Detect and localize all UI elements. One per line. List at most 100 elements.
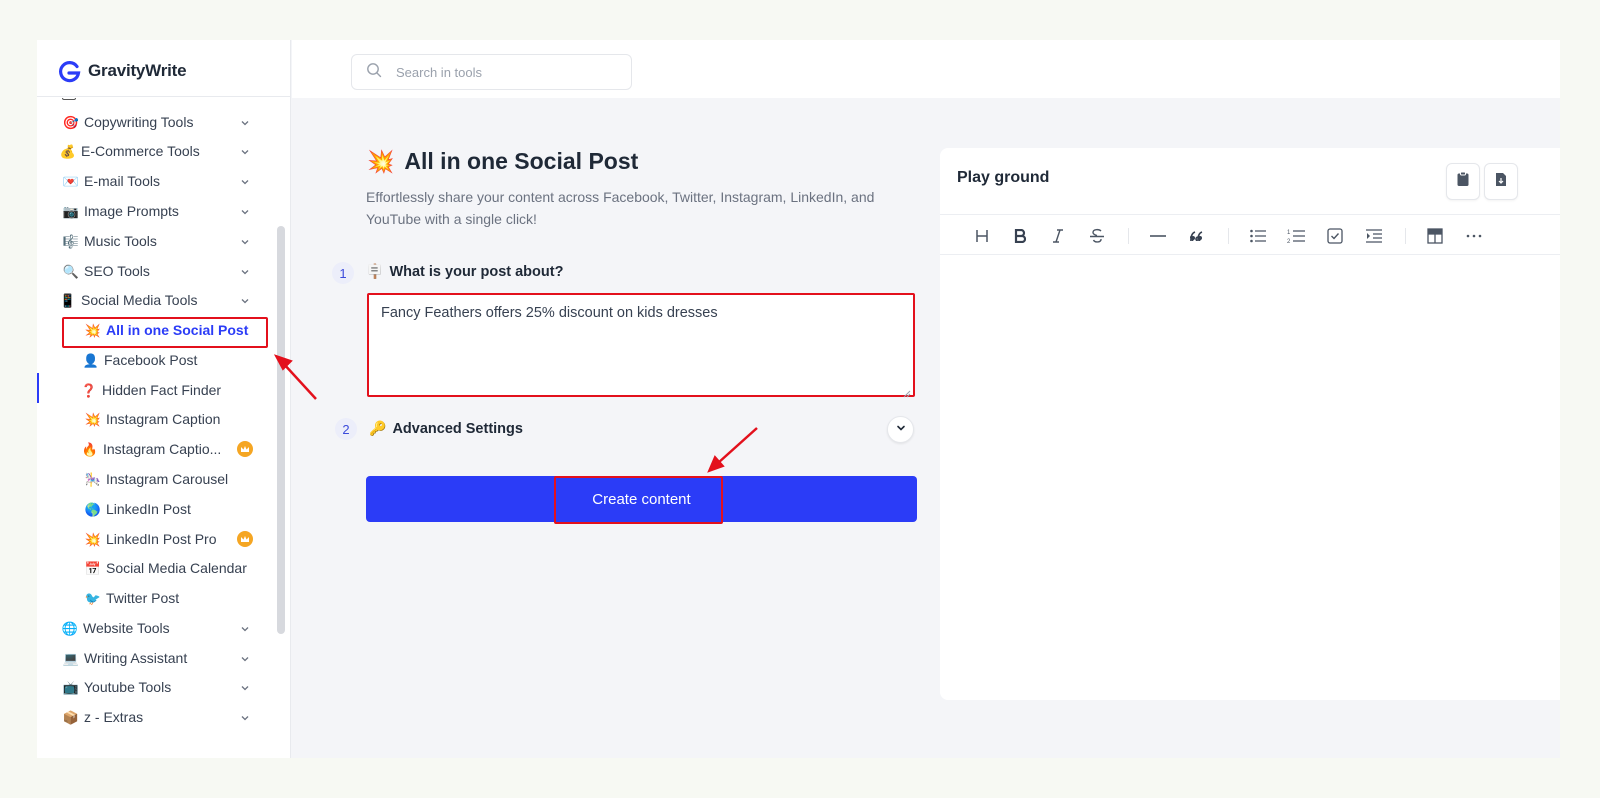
sidebar-item-linkedin-post-pro[interactable]: 💥 LinkedIn Post Pro xyxy=(84,527,217,551)
step1-label-row: 🪧 What is your post about? xyxy=(366,263,563,280)
bold-icon[interactable] xyxy=(1007,223,1033,249)
magnifier-icon: 🔍 xyxy=(62,263,80,279)
chevron-down-icon[interactable] xyxy=(240,118,250,128)
sidebar-item-instagram-caption[interactable]: 💥 Instagram Caption xyxy=(84,407,221,431)
sidebar-divider xyxy=(37,96,291,97)
brand-name: GravityWrite xyxy=(88,61,187,80)
more-options-icon[interactable] xyxy=(1461,223,1487,249)
sidebar-item-youtube-tools[interactable]: 📺 Youtube Tools xyxy=(62,675,171,699)
sidebar-item-copywriting-tools[interactable]: 🎯 Copywriting Tools xyxy=(62,110,194,134)
chevron-down-icon[interactable] xyxy=(240,683,250,693)
playground-divider xyxy=(940,214,1560,215)
indent-icon[interactable] xyxy=(1361,223,1387,249)
sidebar-item-label: Image Prompts xyxy=(84,203,179,219)
sidebar-item-music-tools[interactable]: 🎼 Music Tools xyxy=(62,229,157,253)
chevron-up-icon[interactable] xyxy=(240,296,250,306)
chevron-down-icon[interactable] xyxy=(240,147,250,157)
create-content-button[interactable]: Create content xyxy=(366,476,917,522)
music-score-icon: 🎼 xyxy=(62,233,80,249)
camera-icon: 📷 xyxy=(62,203,80,219)
chevron-down-icon[interactable] xyxy=(240,654,250,664)
collision-icon: 💥 xyxy=(367,148,395,174)
sidebar-item-label: LinkedIn Post Pro xyxy=(106,531,217,547)
chevron-down-icon[interactable] xyxy=(240,237,250,247)
active-indicator xyxy=(37,373,39,403)
sidebar-item-seo-tools[interactable]: 🔍 SEO Tools xyxy=(62,259,150,283)
step2-label: Advanced Settings xyxy=(392,420,523,437)
calendar-icon: 📅 xyxy=(84,560,102,576)
sidebar-item-label: Website Tools xyxy=(83,620,170,636)
svg-text:1: 1 xyxy=(1287,230,1291,236)
bullet-list-icon[interactable] xyxy=(1245,223,1271,249)
copy-to-clipboard-button[interactable] xyxy=(1446,163,1480,200)
key-icon: 🔑 xyxy=(369,420,387,436)
download-document-button[interactable] xyxy=(1484,163,1518,200)
sidebar-item-email-tools[interactable]: 💌 E-mail Tools xyxy=(62,169,160,193)
chevron-down-icon[interactable] xyxy=(240,713,250,723)
search-icon xyxy=(366,62,382,83)
sidebar-item-linkedin-post[interactable]: 🌎 LinkedIn Post xyxy=(84,497,191,521)
sparkle-burst-icon: 💥 xyxy=(84,411,102,427)
search-input[interactable] xyxy=(396,64,606,80)
chevron-down-icon[interactable] xyxy=(240,267,250,277)
sidebar-scrollbar[interactable] xyxy=(277,226,285,634)
sidebar-item-image-prompts[interactable]: 📷 Image Prompts xyxy=(62,199,179,223)
horizontal-rule-icon[interactable] xyxy=(1145,223,1171,249)
top-bar xyxy=(292,40,1560,98)
resize-handle-icon[interactable] xyxy=(903,385,911,398)
bird-icon: 🐦 xyxy=(84,590,102,606)
sidebar-item-hidden-fact-finder[interactable]: ❓ Hidden Fact Finder xyxy=(80,378,221,402)
playground-title: Play ground xyxy=(957,169,1050,186)
sidebar-item-social-media-calendar[interactable]: 📅 Social Media Calendar xyxy=(84,556,247,580)
tool-title-row: 💥 All in one Social Post xyxy=(367,148,638,175)
partially-hidden-item-icon xyxy=(62,98,76,100)
search-box[interactable] xyxy=(351,54,632,90)
toolbar-separator xyxy=(1405,228,1406,244)
step2-label-row[interactable]: 🔑 Advanced Settings xyxy=(369,420,523,437)
sidebar-item-writing-assistant[interactable]: 💻 Writing Assistant xyxy=(62,646,187,670)
globe-icon: 🌎 xyxy=(84,501,102,517)
step1-label: What is your post about? xyxy=(389,263,564,280)
sidebar-item-label: Music Tools xyxy=(84,233,157,249)
step-number-2: 2 xyxy=(335,418,357,440)
page-subtitle: Effortlessly share your content across F… xyxy=(366,189,875,227)
sidebar-item-website-tools[interactable]: 🌐 Website Tools xyxy=(61,616,170,640)
chevron-down-icon[interactable] xyxy=(240,624,250,634)
sidebar-item-ecommerce-tools[interactable]: 💰 E-Commerce Tools xyxy=(59,139,200,163)
laptop-icon: 💻 xyxy=(62,650,80,666)
sidebar-item-label: All in one Social Post xyxy=(106,322,249,338)
brand-logo[interactable]: GravityWrite xyxy=(57,58,187,84)
sidebar-item-social-media-tools[interactable]: 📱 Social Media Tools xyxy=(59,288,198,312)
chevron-down-icon[interactable] xyxy=(240,207,250,217)
italic-icon[interactable] xyxy=(1045,223,1071,249)
sidebar-item-z-extras[interactable]: 📦 z - Extras xyxy=(62,705,143,729)
strikethrough-icon[interactable] xyxy=(1084,223,1110,249)
sidebar-item-facebook-post[interactable]: 👤 Facebook Post xyxy=(82,348,197,372)
sidebar-item-twitter-post[interactable]: 🐦 Twitter Post xyxy=(84,586,179,610)
sidebar-item-label: Social Media Calendar xyxy=(106,560,247,576)
toolbar-separator xyxy=(1228,228,1229,244)
mobile-phone-icon: 📱 xyxy=(59,292,77,308)
target-icon: 🎯 xyxy=(62,114,80,130)
editor-content-area[interactable] xyxy=(940,255,1560,700)
signpost-icon: 🪧 xyxy=(366,263,384,279)
question-mark-icon: ❓ xyxy=(80,382,98,398)
sidebar-item-instagram-carousel[interactable]: 🎠 Instagram Carousel xyxy=(84,467,228,491)
playground-panel: Play ground 12 xyxy=(940,148,1560,700)
post-topic-textarea[interactable]: Fancy Feathers offers 25% discount on ki… xyxy=(367,293,915,397)
svg-text:2: 2 xyxy=(1287,239,1291,244)
blockquote-icon[interactable] xyxy=(1184,223,1210,249)
sidebar-item-all-in-one-social-post[interactable]: 💥 All in one Social Post xyxy=(84,318,248,342)
sidebar-item-label: Twitter Post xyxy=(106,590,180,606)
heading-icon[interactable] xyxy=(969,223,995,249)
chevron-down-icon xyxy=(895,421,907,439)
sidebar-item-label: Hidden Fact Finder xyxy=(102,382,222,398)
chevron-down-icon[interactable] xyxy=(240,177,250,187)
premium-crown-icon xyxy=(237,441,253,457)
task-list-icon[interactable] xyxy=(1322,223,1348,249)
table-icon[interactable] xyxy=(1422,223,1448,249)
advanced-settings-toggle[interactable] xyxy=(887,416,914,443)
sidebar-item-label: z - Extras xyxy=(84,709,144,725)
ordered-list-icon[interactable]: 12 xyxy=(1283,223,1309,249)
sidebar-item-instagram-caption-pro[interactable]: 🔥 Instagram Captio... xyxy=(81,437,221,461)
